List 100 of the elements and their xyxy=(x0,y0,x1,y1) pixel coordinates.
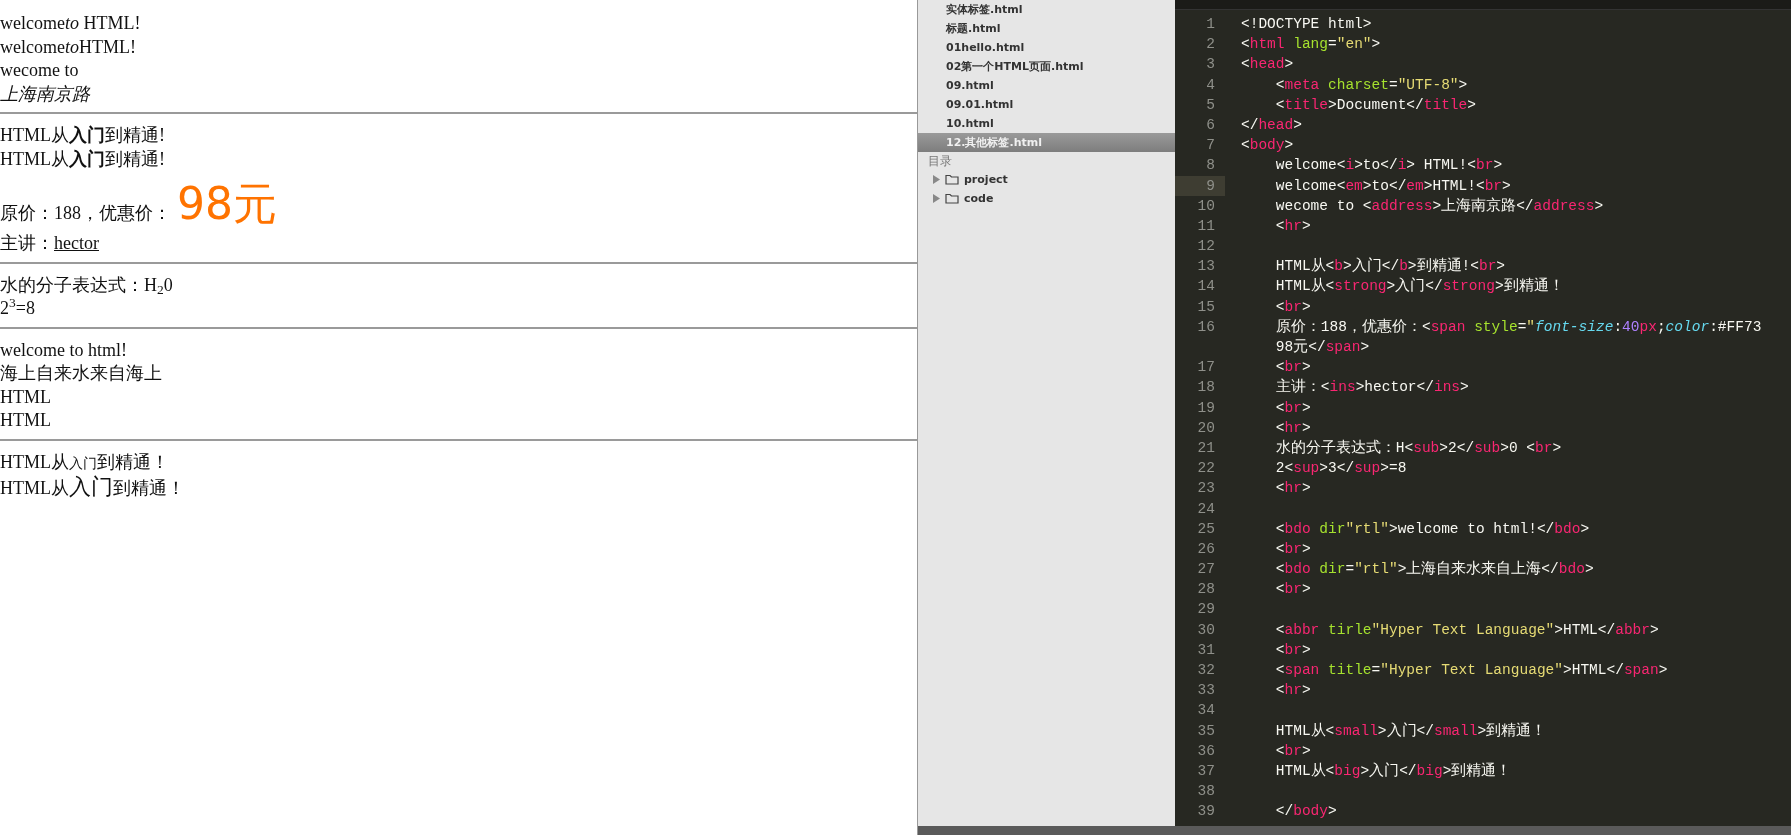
line-number: 28 xyxy=(1197,581,1215,598)
speaker-link[interactable]: hector xyxy=(54,233,99,253)
text-line: welcometo HTML! xyxy=(0,12,142,35)
text-line: wecome to xyxy=(0,59,80,82)
code-line: <bdo dir="rtl">上海自来水来自上海</bdo> xyxy=(1274,559,1594,580)
code-line: <hr> xyxy=(1274,479,1311,499)
code-line: <bdo dir"rtl">welcome to html!</bdo> xyxy=(1274,519,1590,539)
code-line: <title>Document</title> xyxy=(1274,95,1476,115)
code-line: <span title="Hyper Text Language">HTML</span> xyxy=(1274,661,1668,680)
line-number: 19 xyxy=(1197,399,1215,416)
line-number: 5 xyxy=(1206,96,1215,113)
folder-name[interactable]: project xyxy=(964,170,1008,189)
code-line: <hr> xyxy=(1274,418,1311,438)
address-text: 上海南京路 xyxy=(0,82,91,106)
code-line: <!DOCTYPE html> xyxy=(1240,15,1372,34)
folder-name[interactable]: code xyxy=(964,189,994,208)
line-number: 26 xyxy=(1197,540,1215,557)
code-line: <body> xyxy=(1240,136,1294,156)
line-number: 23 xyxy=(1197,480,1215,497)
text-line: HTML从入门到精通！ xyxy=(0,475,186,501)
expand-arrow-icon[interactable] xyxy=(932,194,940,203)
folder-icon xyxy=(945,174,959,185)
text-line: 2$^{3}$=8 xyxy=(0,297,36,320)
code-line: <hr> xyxy=(1274,216,1311,236)
line-number: 30 xyxy=(1197,621,1215,638)
line-number: 21 xyxy=(1197,439,1215,456)
line-number: 34 xyxy=(1197,702,1215,719)
file-item[interactable]: 09.01.html xyxy=(918,95,1175,114)
code-line: <abbr tirle"Hyper Text Language">HTML</abbr> xyxy=(1274,620,1659,640)
code-line: HTML从<small>入门</small>到精通！ xyxy=(1274,721,1547,741)
line-number: 10 xyxy=(1197,197,1215,214)
text-line: welcome to html! xyxy=(0,338,128,362)
file-item[interactable]: 标题.html xyxy=(918,19,1175,38)
code-line: welcome<i>to</i> HTML!<br> xyxy=(1274,156,1503,176)
code-line: HTML从<big>入门</big>到精通！ xyxy=(1274,761,1512,781)
line-number: 8 xyxy=(1206,157,1215,174)
code-line: <hr> xyxy=(1274,681,1311,701)
line-number: 3 xyxy=(1206,56,1215,73)
code-line: HTML从<b>入门</b>到精通!<br> xyxy=(1274,256,1506,277)
line-number: 2 xyxy=(1206,36,1215,53)
line-number: 39 xyxy=(1197,803,1215,820)
line-number: 36 xyxy=(1197,742,1215,759)
line-number: 33 xyxy=(1197,682,1215,699)
line-number: 22 xyxy=(1197,460,1215,477)
line-number: 6 xyxy=(1206,116,1215,133)
file-item[interactable]: 09.html xyxy=(918,76,1175,95)
line-number: 25 xyxy=(1197,520,1215,537)
code-line: <html lang="en"> xyxy=(1240,35,1381,55)
price-label: 原价：188，优惠价： xyxy=(0,202,171,225)
line-number: 17 xyxy=(1197,359,1215,376)
line-number: 1 xyxy=(1206,16,1215,32)
code-line: welcome<em>to</em>HTML!<br> xyxy=(1274,176,1511,196)
line-number: 9 xyxy=(1206,177,1215,194)
price-text: 98元 xyxy=(177,185,277,223)
code-line: 水的分子表达式：H<sub>2</sub>0 <br> xyxy=(1274,438,1562,458)
line-number: 4 xyxy=(1206,76,1215,93)
line-number: 15 xyxy=(1197,298,1215,315)
line-number: 13 xyxy=(1197,258,1215,275)
line-number: 20 xyxy=(1197,419,1215,436)
file-item[interactable]: 01hello.html xyxy=(918,38,1175,57)
text-line: 海上自来水来自海上 xyxy=(0,362,163,385)
text-line: HTML xyxy=(0,409,52,432)
code-line: <meta charset="UTF-8"> xyxy=(1274,75,1468,95)
expand-arrow-icon[interactable] xyxy=(932,175,940,184)
speaker-label: 主讲： xyxy=(0,233,54,253)
line-number: 24 xyxy=(1197,500,1215,517)
text-line: HTML从入门到精通！ xyxy=(0,450,170,474)
line-number: 27 xyxy=(1197,561,1215,578)
line-number: 37 xyxy=(1197,762,1215,779)
code-line: <br> xyxy=(1274,741,1311,761)
section-heading: 目录 xyxy=(927,153,953,170)
code-line: <head> xyxy=(1240,55,1294,75)
code-line: <br> xyxy=(1274,358,1311,378)
line-number: 18 xyxy=(1197,379,1215,396)
code-line: <br> xyxy=(1274,539,1311,559)
line-number: 14 xyxy=(1197,278,1215,295)
code-line: <br> xyxy=(1274,640,1311,660)
line-number: 16 xyxy=(1197,318,1215,335)
line-number: 29 xyxy=(1197,601,1215,618)
text-line: HTML从入门到精通! xyxy=(0,124,166,147)
text-line: 水的分子表达式：H$_{2}$0 xyxy=(0,273,174,297)
file-item[interactable]: 10.html xyxy=(918,114,1175,133)
code-line: 98元</span> xyxy=(1274,338,1370,357)
file-item[interactable]: 实体标签.html xyxy=(918,0,1175,19)
line-number: 12 xyxy=(1197,238,1215,255)
code-line: 原价：188，优惠价：<span style="font-size:40px;color:#FF73 xyxy=(1274,317,1762,337)
line-number: 38 xyxy=(1197,783,1215,800)
line-number: 31 xyxy=(1197,641,1215,658)
line-number: 32 xyxy=(1197,662,1215,678)
line-number: 11 xyxy=(1197,217,1215,234)
code-line: 2<sup>3</sup>=8 xyxy=(1274,459,1407,479)
code-line: </body> xyxy=(1274,802,1337,822)
code-line: <br> xyxy=(1274,398,1311,418)
code-line: <br> xyxy=(1274,580,1311,600)
line-number: 35 xyxy=(1197,722,1215,739)
text-line: HTML从入门到精通! xyxy=(0,147,166,171)
text-line: welcometoHTML! xyxy=(0,35,137,59)
code-line: </head> xyxy=(1240,115,1302,135)
file-item[interactable]: 02第一个HTML页面.html xyxy=(918,57,1175,76)
code-line: wecome to <address>上海南京路</address> xyxy=(1274,196,1604,216)
